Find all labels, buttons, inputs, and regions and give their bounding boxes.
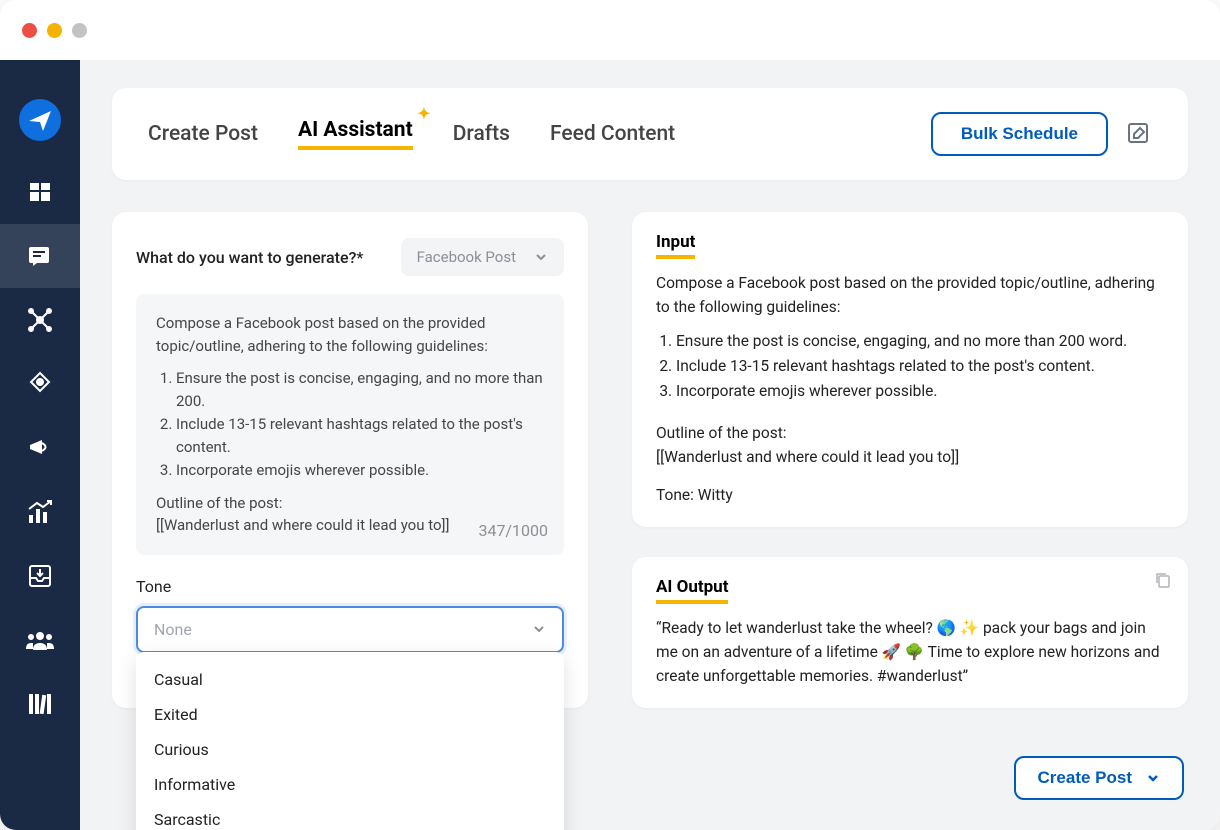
tabs: Create Post AI Assistant ✦ Drafts Feed C…	[148, 118, 675, 150]
guideline-item: Ensure the post is concise, engaging, an…	[676, 329, 1164, 353]
sidebar-item-network[interactable]	[0, 288, 80, 352]
content-row: What do you want to generate?* Facebook …	[112, 212, 1188, 708]
app-window: Create Post AI Assistant ✦ Drafts Feed C…	[0, 0, 1220, 830]
header-card: Create Post AI Assistant ✦ Drafts Feed C…	[112, 88, 1188, 180]
input-outline-label: Outline of the post:	[656, 421, 1164, 445]
tab-drafts[interactable]: Drafts	[453, 122, 510, 146]
tab-ai-assistant[interactable]: AI Assistant ✦	[298, 118, 413, 150]
copy-icon[interactable]	[1154, 571, 1172, 589]
input-intro: Compose a Facebook post based on the pro…	[656, 271, 1164, 319]
sidebar-item-inbox[interactable]	[0, 544, 80, 608]
main-area: Create Post AI Assistant ✦ Drafts Feed C…	[80, 60, 1220, 830]
create-post-button[interactable]: Create Post	[1014, 756, 1184, 800]
right-panel: Input Compose a Facebook post based on t…	[632, 212, 1188, 708]
header-actions: Bulk Schedule	[931, 112, 1152, 156]
post-type-select[interactable]: Facebook Post	[401, 238, 564, 276]
input-tone-line: Tone: Witty	[656, 483, 1164, 507]
sidebar-item-analytics[interactable]	[0, 480, 80, 544]
sidebar-item-promote[interactable]	[0, 416, 80, 480]
sidebar-item-library[interactable]	[0, 672, 80, 736]
app-body: Create Post AI Assistant ✦ Drafts Feed C…	[0, 60, 1220, 830]
output-card: AI Output “Ready to let wanderlust take …	[632, 557, 1188, 708]
guideline-item: Include 13-15 relevant hashtags related …	[676, 354, 1164, 378]
sidebar	[0, 60, 80, 830]
tone-option-casual[interactable]: Casual	[136, 662, 564, 697]
output-card-title: AI Output	[656, 577, 728, 604]
tone-option-sarcastic[interactable]: Sarcastic	[136, 802, 564, 830]
prompt-guidelines: Ensure the post is concise, engaging, an…	[176, 367, 544, 482]
edit-icon[interactable]	[1126, 121, 1152, 147]
guideline-item: Incorporate emojis wherever possible.	[176, 459, 544, 482]
prompt-textarea[interactable]: Compose a Facebook post based on the pro…	[136, 294, 564, 555]
tone-placeholder: None	[154, 620, 192, 639]
generator-panel: What do you want to generate?* Facebook …	[112, 212, 588, 708]
tone-option-exited[interactable]: Exited	[136, 697, 564, 732]
window-titlebar	[0, 0, 1220, 60]
tone-dropdown: Casual Exited Curious Informative Sarcas…	[136, 652, 564, 830]
guideline-item: Ensure the post is concise, engaging, an…	[176, 367, 544, 412]
create-post-label: Create Post	[1038, 768, 1132, 788]
tone-option-curious[interactable]: Curious	[136, 732, 564, 767]
guideline-item: Incorporate emojis wherever possible.	[676, 379, 1164, 403]
window-close-button[interactable]	[22, 23, 37, 38]
tab-create-post[interactable]: Create Post	[148, 122, 258, 146]
sparkle-icon: ✦	[417, 104, 430, 123]
tone-label: Tone	[136, 577, 564, 596]
tab-label: AI Assistant	[298, 118, 413, 142]
tone-select[interactable]: None	[136, 606, 564, 653]
output-text: “Ready to let wanderlust take the wheel?…	[656, 616, 1164, 688]
outline-label: Outline of the post:	[156, 492, 544, 515]
window-maximize-button[interactable]	[72, 23, 87, 38]
generate-label: What do you want to generate?*	[136, 248, 363, 267]
bulk-schedule-button[interactable]: Bulk Schedule	[931, 112, 1108, 156]
guideline-item: Include 13-15 relevant hashtags related …	[176, 413, 544, 458]
sidebar-item-compose[interactable]	[0, 224, 80, 288]
input-outline-value: [[Wanderlust and where could it lead you…	[656, 445, 1164, 469]
input-card-title: Input	[656, 232, 695, 259]
sidebar-item-team[interactable]	[0, 608, 80, 672]
sidebar-item-dashboard[interactable]	[0, 160, 80, 224]
tab-feed-content[interactable]: Feed Content	[550, 122, 675, 146]
prompt-intro: Compose a Facebook post based on the pro…	[156, 312, 544, 357]
input-card: Input Compose a Facebook post based on t…	[632, 212, 1188, 527]
char-count: 347/1000	[478, 519, 548, 543]
sidebar-item-target[interactable]	[0, 352, 80, 416]
post-type-value: Facebook Post	[417, 248, 516, 266]
tone-option-informative[interactable]: Informative	[136, 767, 564, 802]
app-logo[interactable]	[0, 80, 80, 160]
input-guidelines: Ensure the post is concise, engaging, an…	[676, 329, 1164, 403]
window-minimize-button[interactable]	[47, 23, 62, 38]
bottom-actions: Create Post	[1014, 756, 1184, 800]
